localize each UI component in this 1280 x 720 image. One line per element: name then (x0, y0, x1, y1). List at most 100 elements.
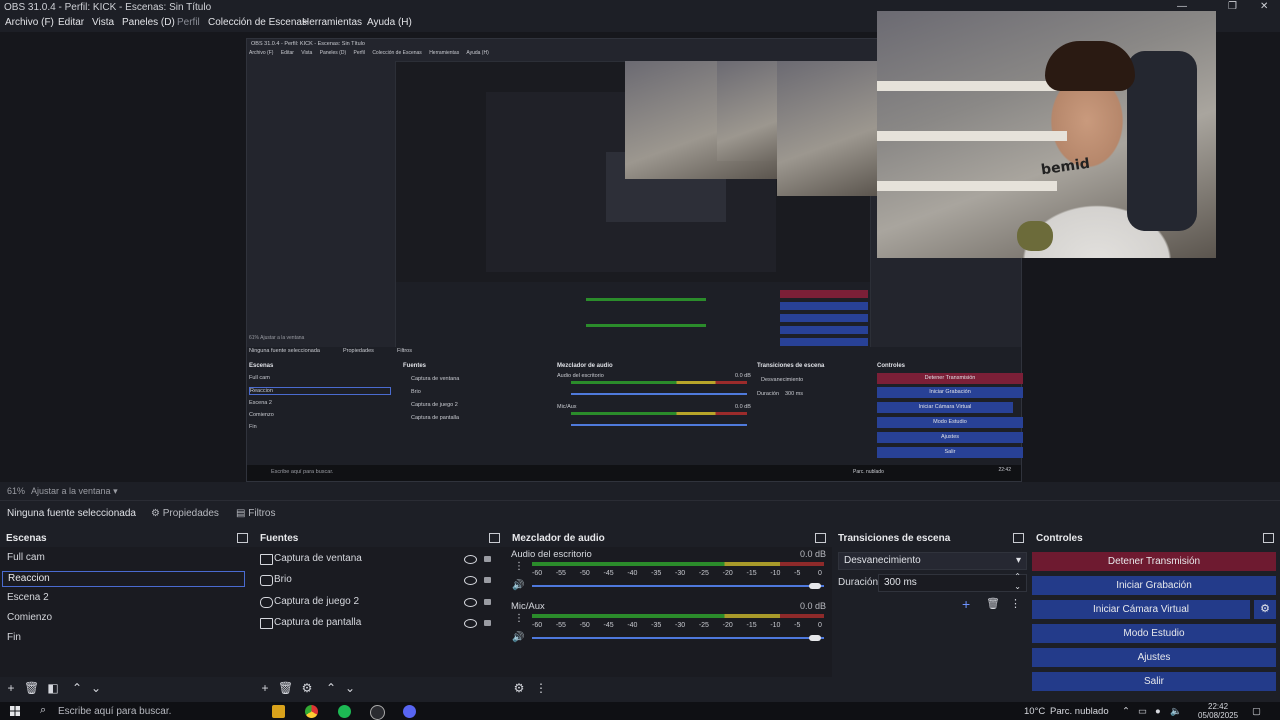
add-source-button[interactable]: + (258, 681, 272, 695)
speaker-icon[interactable]: 🔊 (512, 632, 524, 643)
popout-icon[interactable] (237, 533, 248, 543)
maximize-button[interactable]: ❐ (1228, 1, 1237, 12)
zoom-fit-dropdown[interactable]: Ajustar a la ventana ▾ (31, 486, 118, 497)
scene-item-full-cam[interactable]: Full cam (2, 551, 243, 565)
gear-icon[interactable]: ⚙ (1254, 600, 1276, 619)
duration-field[interactable]: 300 ms ⌃ ⌄ (878, 572, 1027, 592)
kebab-menu-icon[interactable]: ⋮ (1010, 597, 1021, 610)
menu-file[interactable]: Archivo (F) (5, 17, 54, 28)
trash-icon[interactable]: 🗑 (24, 681, 39, 695)
menu-help[interactable]: Ayuda (H) (367, 17, 412, 28)
stepper-icon[interactable]: ⌃ ⌄ (1014, 572, 1021, 592)
volume-slider[interactable] (532, 637, 824, 639)
volume-knob[interactable] (809, 635, 822, 641)
nested-menu-profile: Perfil (353, 50, 365, 56)
popout-icon[interactable] (815, 533, 826, 543)
nested-scene-item: Fin (249, 424, 257, 430)
network-icon[interactable]: ▭ (1138, 706, 1147, 717)
kebab-menu-icon[interactable]: ⋮ (534, 681, 548, 695)
windows-start-icon[interactable] (10, 706, 20, 716)
search-icon[interactable]: ⌕ (40, 704, 46, 717)
stop-stream-button[interactable]: Detener Transmisión (1032, 552, 1276, 571)
kebab-menu-icon[interactable]: ⋮ (514, 561, 524, 572)
volume-slider[interactable] (532, 585, 824, 587)
popout-icon[interactable] (1013, 533, 1024, 543)
exit-button[interactable]: Salir (1032, 672, 1276, 691)
filters-icon[interactable]: ◧ (46, 681, 60, 695)
weather-temp[interactable]: 10°C (1024, 706, 1045, 717)
add-transition-button[interactable]: + (962, 596, 970, 612)
studio-mode-button[interactable]: Modo Estudio (1032, 624, 1276, 643)
discord-icon[interactable] (403, 705, 416, 718)
window-title: OBS 31.0.4 - Perfil: KICK - Escenas: Sin… (4, 2, 212, 13)
add-scene-button[interactable]: + (4, 681, 18, 695)
chevron-down-icon[interactable]: ⌄ (343, 681, 357, 695)
start-recording-button[interactable]: Iniciar Grabación (1032, 576, 1276, 595)
gear-icon[interactable]: ⚙ (300, 681, 314, 695)
volume-icon[interactable]: 🔈 (1170, 706, 1182, 717)
meter-tick-label: -60 (532, 622, 543, 629)
nested-deeper-record-button (780, 302, 868, 310)
source-item-screen-capture[interactable]: Captura de pantalla (274, 617, 361, 628)
settings-button[interactable]: Ajustes (1032, 648, 1276, 667)
menu-scene-collection[interactable]: Colección de Escenas (208, 17, 307, 28)
nested-mixer-db: 0.0 dB (735, 373, 751, 379)
eye-icon[interactable] (464, 555, 477, 564)
menu-edit[interactable]: Editar (58, 17, 84, 28)
source-item-game-capture[interactable]: Captura de juego 2 (274, 596, 359, 607)
chevron-up-icon[interactable]: ⌃ (70, 681, 84, 695)
eye-icon[interactable] (464, 619, 477, 628)
menu-docks[interactable]: Paneles (D) (122, 17, 175, 28)
tray-chevron-icon[interactable]: ⌃ (1122, 706, 1130, 717)
spotify-icon[interactable] (338, 705, 351, 718)
filters-button[interactable]: ▤ Filtros (236, 506, 275, 522)
source-item-window-capture[interactable]: Captura de ventana (274, 553, 362, 564)
windows-taskbar: ⌕ Escribe aquí para buscar. 10°C Parc. n… (0, 702, 1280, 720)
popout-icon[interactable] (489, 533, 500, 543)
kebab-menu-icon[interactable]: ⋮ (514, 613, 524, 624)
eye-icon[interactable] (464, 576, 477, 585)
eye-icon[interactable] (464, 598, 477, 607)
trash-icon[interactable]: 🗑 (986, 597, 1000, 610)
menu-view[interactable]: Vista (92, 17, 114, 28)
scene-item-comienzo[interactable]: Comienzo (2, 611, 243, 625)
nested-docks: Ninguna fuente seleccionada Propiedades … (247, 347, 1023, 481)
nested-stop-stream: Detener Transmisión (877, 373, 1023, 384)
webcam-source[interactable]: bemid (877, 11, 1216, 258)
scene-item-escena-2[interactable]: Escena 2 (2, 591, 243, 605)
weather-desc[interactable]: Parc. nublado (1050, 706, 1109, 717)
transition-select[interactable]: Desvanecimiento ▾ (838, 552, 1027, 570)
lock-icon[interactable] (484, 599, 491, 605)
folder-icon[interactable] (272, 705, 285, 718)
meter-tick-label: -15 (746, 570, 757, 577)
lock-icon[interactable] (484, 556, 491, 562)
chrome-icon[interactable] (305, 705, 318, 718)
nested-menu-tools: Herramientas (429, 50, 460, 56)
properties-button[interactable]: ⚙ Propiedades (151, 506, 219, 522)
menu-tools[interactable]: Herramientas (302, 17, 362, 28)
nested-transitions-title: Transiciones de escena (757, 363, 825, 369)
notifications-icon[interactable]: ▢ (1252, 706, 1261, 717)
speaker-icon[interactable]: 🔊 (512, 580, 524, 591)
scene-item-fin[interactable]: Fin (2, 631, 243, 645)
nested-properties: Propiedades (343, 348, 374, 354)
lock-icon[interactable] (484, 577, 491, 583)
obs-icon[interactable] (370, 705, 385, 720)
popout-icon[interactable] (1263, 533, 1274, 543)
mic-icon[interactable]: ● (1155, 706, 1161, 717)
meter-tick-label: -30 (675, 622, 686, 629)
close-button[interactable]: ✕ (1260, 1, 1268, 12)
advanced-audio-icon[interactable]: ⚙ (512, 681, 526, 695)
volume-knob[interactable] (809, 583, 822, 589)
chevron-up-icon[interactable]: ⌃ (324, 681, 338, 695)
lock-icon[interactable] (484, 620, 491, 626)
taskbar-search[interactable]: Escribe aquí para buscar. (58, 706, 171, 717)
trash-icon[interactable]: 🗑 (278, 681, 293, 695)
meter-tick-label: -60 (532, 570, 543, 577)
menu-profile[interactable]: Perfil (177, 17, 200, 28)
chevron-down-icon[interactable]: ⌄ (89, 681, 103, 695)
source-item-brio[interactable]: Brio (274, 574, 292, 585)
scene-item-reaccion[interactable]: Reaccion (2, 571, 245, 587)
taskbar-clock[interactable]: 22:42 05/08/2025 (1198, 702, 1238, 720)
virtual-camera-button[interactable]: Iniciar Cámara Virtual (1032, 600, 1250, 619)
